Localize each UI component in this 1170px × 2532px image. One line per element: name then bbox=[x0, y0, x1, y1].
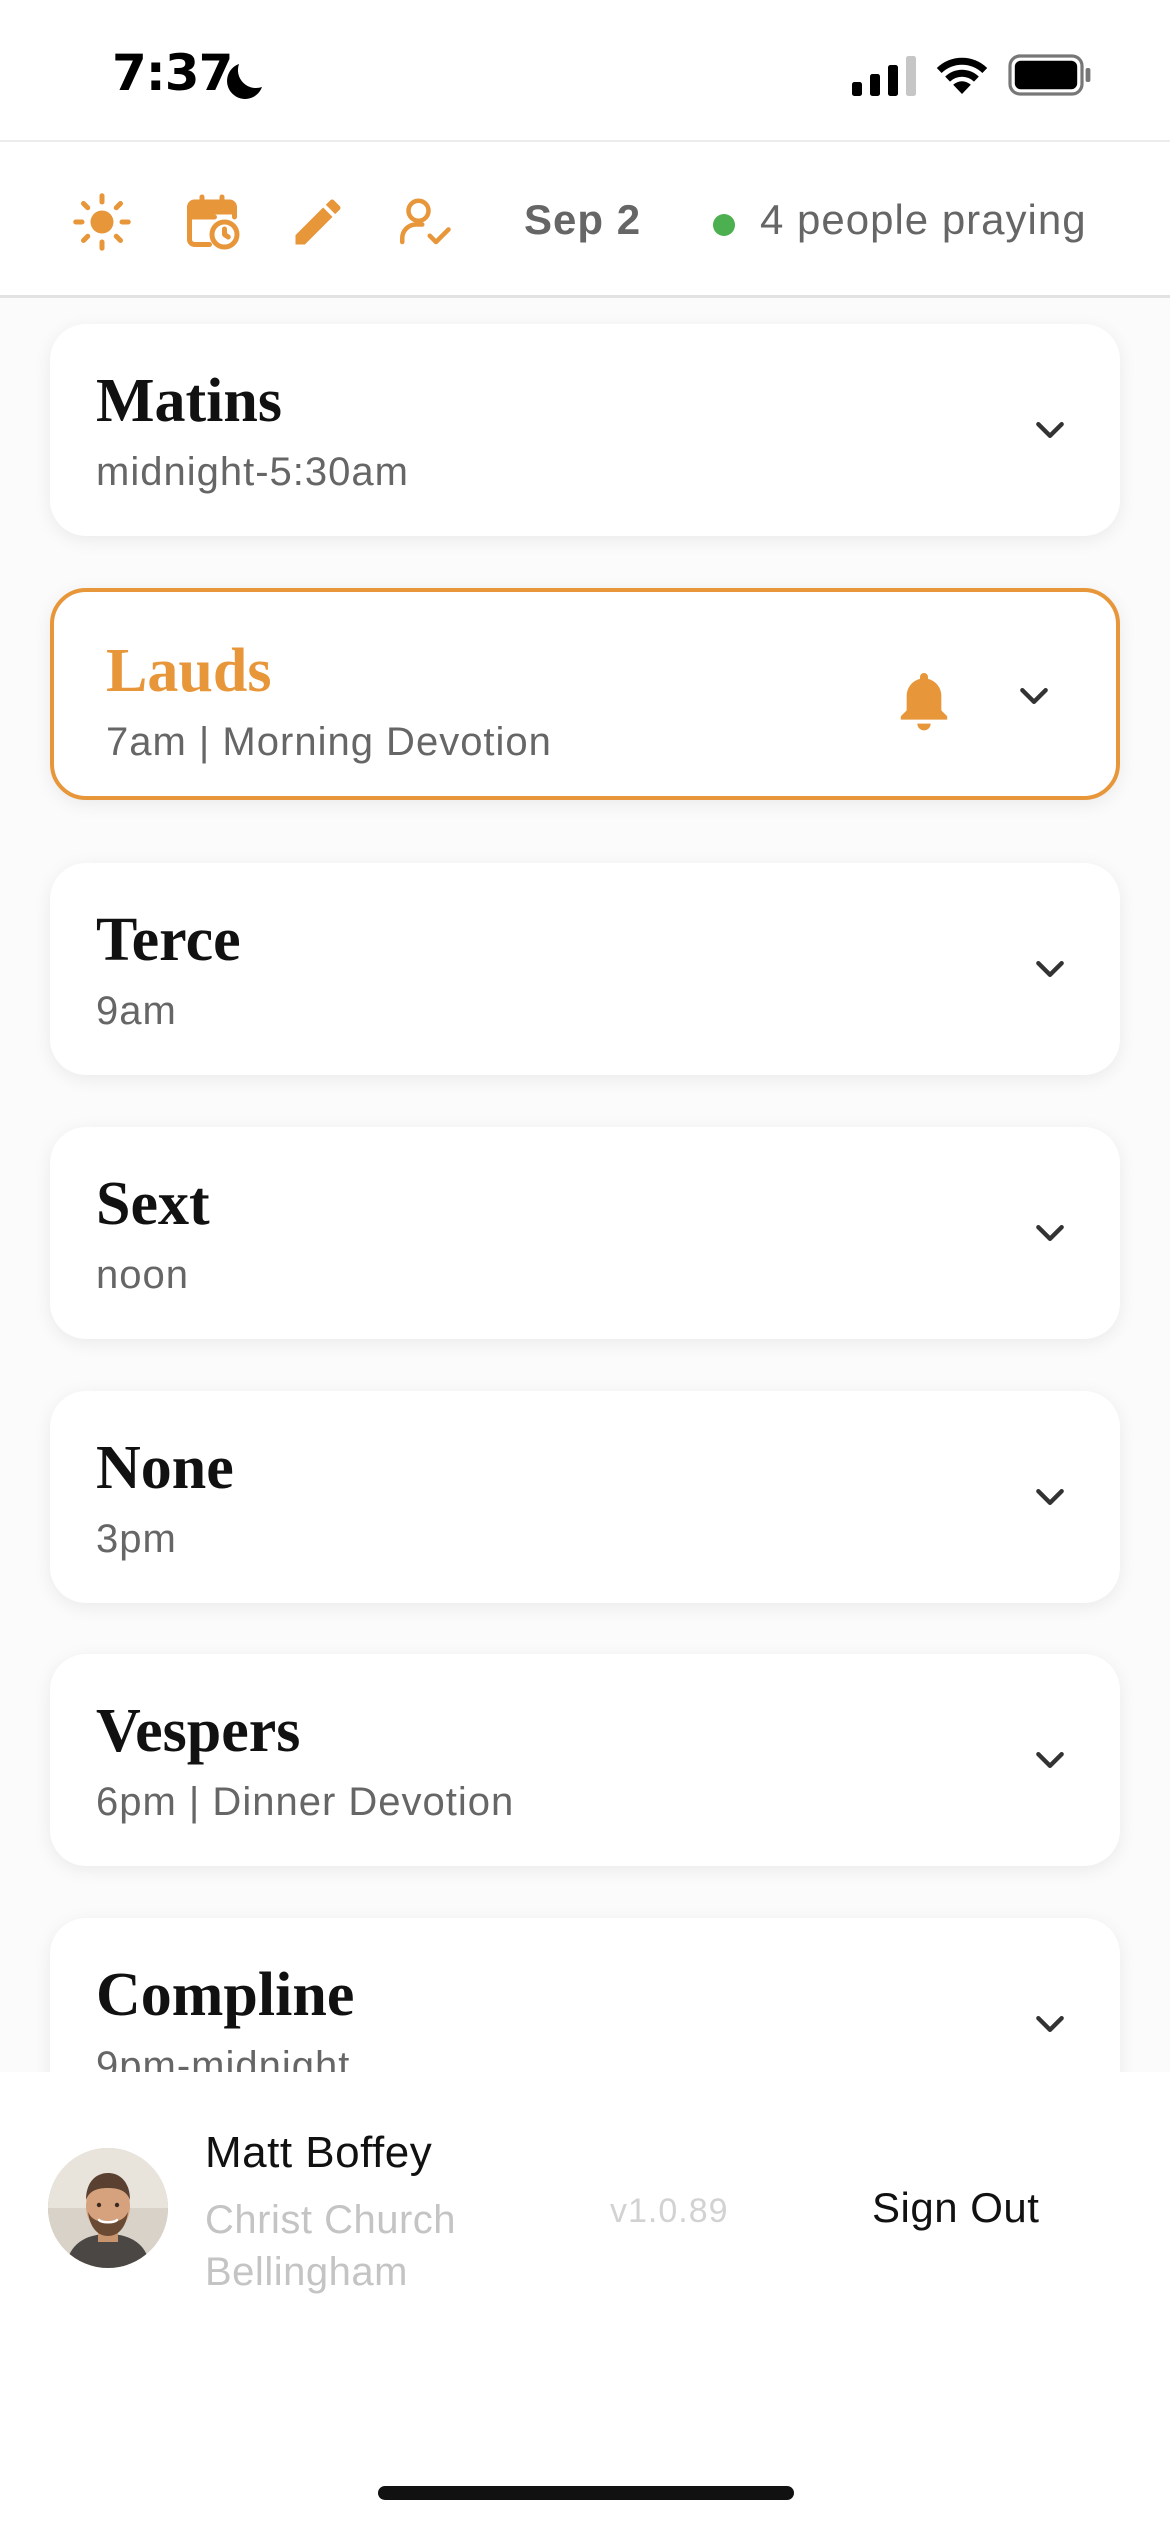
hour-title: Terce bbox=[96, 906, 241, 974]
chevron-down-icon[interactable] bbox=[1030, 1740, 1070, 1780]
hour-subtitle: 6pm | Dinner Devotion bbox=[96, 1780, 515, 1824]
calendar-clock-icon[interactable] bbox=[182, 192, 242, 252]
hour-title: Lauds bbox=[106, 637, 272, 705]
hour-card-compline[interactable]: Compline 9pm-midnight bbox=[50, 1918, 1120, 2072]
hour-card-terce[interactable]: Terce 9am bbox=[50, 863, 1120, 1075]
hour-card-vespers[interactable]: Vespers 6pm | Dinner Devotion bbox=[50, 1654, 1120, 1866]
hour-subtitle: 9pm-midnight bbox=[96, 2044, 351, 2072]
avatar[interactable] bbox=[48, 2148, 168, 2268]
chevron-down-icon[interactable] bbox=[1030, 1213, 1070, 1253]
chevron-down-icon[interactable] bbox=[1030, 410, 1070, 450]
moon-icon bbox=[227, 64, 262, 99]
hour-title: Vespers bbox=[96, 1697, 301, 1765]
chevron-down-icon[interactable] bbox=[1014, 676, 1054, 716]
home-indicator[interactable] bbox=[378, 2486, 794, 2500]
hour-card-sext[interactable]: Sext noon bbox=[50, 1127, 1120, 1339]
hour-title: Matins bbox=[96, 367, 282, 435]
chevron-down-icon[interactable] bbox=[1030, 949, 1070, 989]
toolbar: Sep 2 4 people praying bbox=[0, 140, 1170, 298]
sun-icon[interactable] bbox=[72, 192, 132, 252]
hour-title: Sext bbox=[96, 1170, 210, 1238]
cellular-signal-icon bbox=[852, 56, 916, 96]
hour-card-lauds[interactable]: Lauds 7am | Morning Devotion bbox=[50, 588, 1120, 800]
bell-icon[interactable] bbox=[892, 666, 956, 736]
status-bar: 7:37 bbox=[0, 0, 1170, 140]
avatar-image bbox=[48, 2148, 168, 2268]
wifi-icon bbox=[936, 57, 988, 94]
hour-card-matins[interactable]: Matins midnight-5:30am bbox=[50, 324, 1120, 536]
hour-card-none[interactable]: None 3pm bbox=[50, 1391, 1120, 1603]
user-check-icon[interactable] bbox=[396, 192, 456, 252]
chevron-down-icon[interactable] bbox=[1030, 2004, 1070, 2044]
user-church: Christ Church Bellingham bbox=[205, 2198, 457, 2294]
praying-count: 4 people praying bbox=[760, 196, 1087, 243]
date-label[interactable]: Sep 2 bbox=[524, 196, 641, 244]
prayer-hours-list: Matins midnight-5:30am Lauds 7am | Morni… bbox=[0, 300, 1170, 2072]
hour-subtitle: midnight-5:30am bbox=[96, 450, 409, 494]
sign-out-button[interactable]: Sign Out bbox=[872, 2184, 1039, 2232]
battery-icon bbox=[1008, 54, 1091, 96]
hour-title: Compline bbox=[96, 1961, 355, 2029]
hour-subtitle: 9am bbox=[96, 989, 177, 1033]
online-status-dot bbox=[713, 214, 735, 236]
status-time: 7:37 bbox=[112, 44, 233, 102]
pencil-icon[interactable] bbox=[288, 192, 348, 252]
chevron-down-icon[interactable] bbox=[1030, 1477, 1070, 1517]
account-footer: Matt Boffey Christ Church Bellingham v1.… bbox=[0, 2072, 1170, 2532]
hour-subtitle: noon bbox=[96, 1253, 189, 1297]
hour-subtitle: 3pm bbox=[96, 1517, 177, 1561]
app-version: v1.0.89 bbox=[610, 2192, 729, 2230]
hour-subtitle: 7am | Morning Devotion bbox=[106, 720, 552, 764]
hour-title: None bbox=[96, 1434, 234, 1502]
user-name: Matt Boffey bbox=[205, 2128, 433, 2177]
